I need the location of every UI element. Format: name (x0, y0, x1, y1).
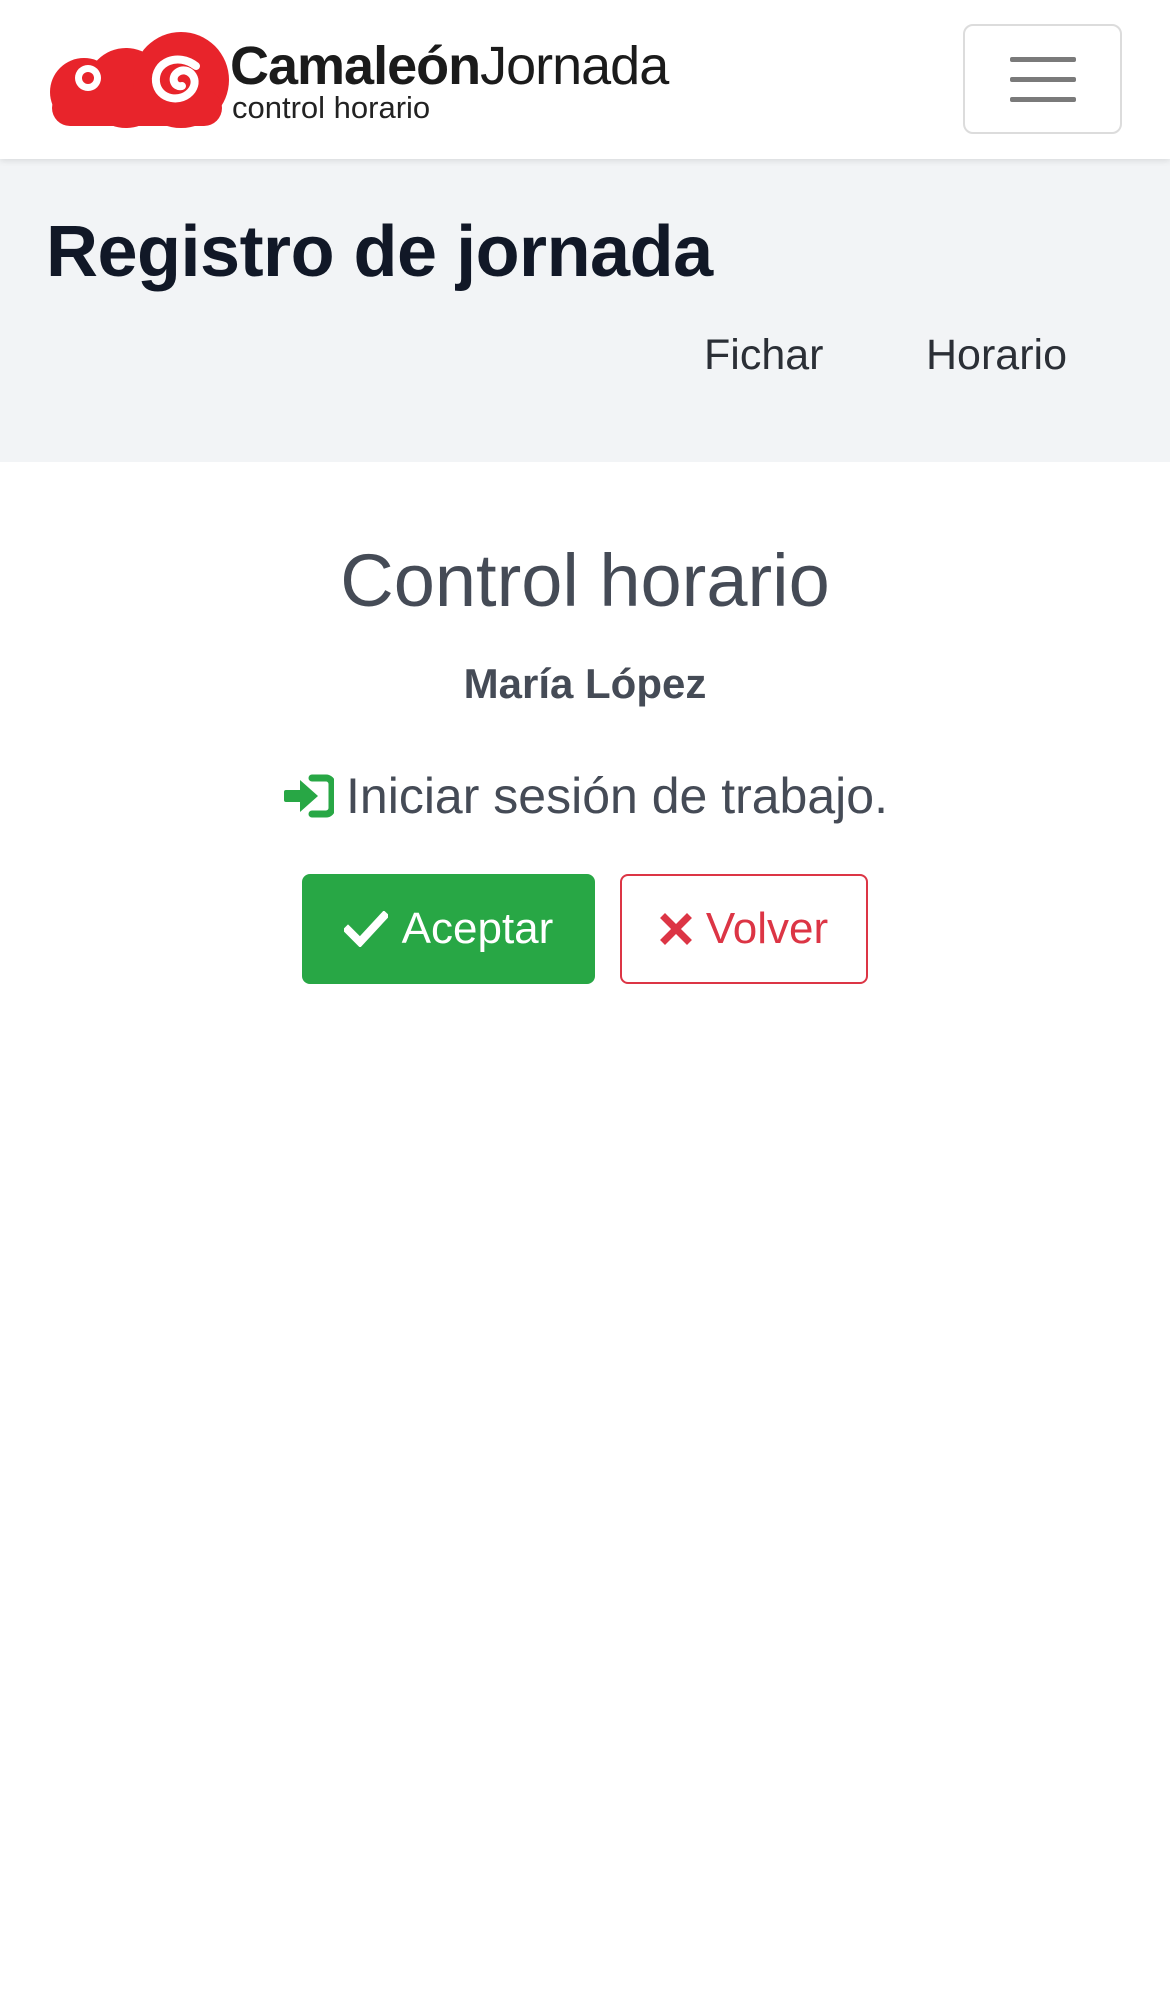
brand-name-light: Jornada (480, 36, 669, 96)
brand-name: CamaleónJornada (230, 36, 669, 96)
accept-button[interactable]: Aceptar (302, 874, 595, 984)
navbar: CamaleónJornada control horario (0, 0, 1170, 159)
page-title: Registro de jornada (46, 212, 713, 292)
nav-link-fichar[interactable]: Fichar (704, 331, 823, 380)
hamburger-menu-icon (1009, 76, 1076, 82)
menu-toggle-button[interactable] (963, 24, 1122, 134)
hamburger-menu-icon (1009, 56, 1076, 62)
section-title: Control horario (340, 539, 830, 622)
main-content: Control horario María López Iniciar sesi… (0, 462, 1170, 1992)
action-text: Iniciar sesión de trabajo. (346, 768, 888, 824)
page-header: Registro de jornada Fichar Horario (0, 159, 1170, 462)
nav-link-horario[interactable]: Horario (926, 331, 1067, 380)
brand-link[interactable]: CamaleónJornada control horario (46, 30, 669, 130)
chameleon-logo-icon (50, 32, 229, 128)
back-button-label: Volver (705, 904, 829, 953)
sign-in-icon (284, 774, 335, 818)
back-button[interactable]: Volver (620, 874, 868, 984)
hamburger-menu-icon (1009, 96, 1076, 102)
brand-text: CamaleónJornada control horario (230, 36, 669, 125)
brand-name-strong: Camaleón (230, 36, 481, 96)
employee-name: María López (463, 660, 707, 707)
accept-button-label: Aceptar (401, 904, 554, 953)
action-description: Iniciar sesión de trabajo. (0, 767, 1170, 825)
check-icon (343, 911, 388, 947)
brand-subtitle: control horario (232, 90, 431, 125)
x-icon (659, 913, 692, 945)
